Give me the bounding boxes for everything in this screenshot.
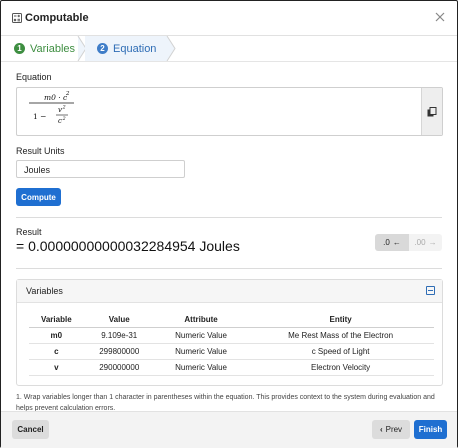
step-number: 2 — [97, 43, 108, 54]
variables-panel-header: Variables — [17, 280, 442, 303]
prev-label: Prev — [385, 425, 403, 434]
variables-panel-title: Variables — [26, 286, 63, 296]
calculator-icon — [12, 13, 22, 23]
value-cell: 9.109e-31 — [83, 327, 155, 344]
column-header: Value — [83, 312, 155, 328]
collapse-icon[interactable] — [426, 286, 435, 295]
step-equation[interactable]: 2 Equation — [85, 36, 167, 61]
equation-formula: m0 · c 2 1 − v 2 c 2 — [29, 91, 74, 125]
decimal-precision-toggle: .0 ← .00 → — [375, 234, 442, 251]
increase-precision-button[interactable]: .00 → — [409, 234, 442, 251]
inner-numerator-exponent: 2 — [62, 105, 66, 111]
dialog-footer: Cancel ‹ Prev Finish — [1, 411, 457, 448]
variables-panel: Variables Variable Value Attribute Entit… — [16, 279, 443, 386]
copy-equation-button[interactable] — [421, 88, 442, 135]
dialog-header: Computable — [1, 1, 457, 36]
wizard-steps: 1 Variables 2 Equation — [1, 36, 457, 62]
attribute-cell: Numeric Value — [154, 359, 248, 376]
table-row: v 290000000 Numeric Value Electron Veloc… — [29, 359, 434, 376]
result-units-label: Result Units — [16, 146, 65, 156]
column-header: Entity — [247, 312, 434, 328]
compute-button[interactable]: Compute — [16, 188, 61, 206]
table-row: c 299800000 Numeric Value c Speed of Lig… — [29, 343, 434, 360]
step-number: 1 — [14, 43, 25, 54]
equation-label: Equation — [16, 72, 52, 82]
result-label: Result — [16, 227, 42, 237]
inner-numerator: v — [58, 106, 62, 114]
chevron-left-icon: ‹ — [379, 425, 383, 434]
decrease-precision-button[interactable]: .0 ← — [375, 234, 409, 251]
step-separator-icon — [166, 36, 176, 61]
entity-cell: Electron Velocity — [247, 359, 434, 376]
step-label: Equation — [113, 42, 157, 55]
divider — [16, 268, 442, 269]
inner-denominator: c — [58, 117, 62, 125]
computable-dialog: Computable 1 Variables 2 Equation Equati… — [0, 0, 458, 448]
numerator-exponent: 2 — [65, 91, 70, 97]
entity-cell: c Speed of Light — [247, 343, 434, 360]
finish-button[interactable]: Finish — [414, 420, 447, 439]
toggle-right-label: .00 — [414, 238, 426, 247]
variables-table: Variable Value Attribute Entity m0 9.109… — [29, 312, 434, 376]
value-cell: 290000000 — [83, 359, 155, 376]
dialog-title: Computable — [25, 12, 89, 24]
prev-button[interactable]: ‹ Prev — [372, 420, 410, 439]
variable-cell: v — [29, 359, 84, 376]
column-header: Attribute — [154, 312, 248, 328]
inner-denominator-exponent: 2 — [62, 116, 66, 122]
entity-cell: Me Rest Mass of the Electron — [247, 327, 434, 344]
result-units-input[interactable]: Joules — [16, 160, 185, 178]
variable-cell: m0 — [29, 327, 84, 344]
step-variables[interactable]: 1 Variables — [1, 36, 85, 61]
column-header: Variable — [29, 312, 84, 328]
divider — [16, 217, 442, 218]
arrow-right-icon: → — [428, 238, 437, 247]
variable-cell: c — [29, 343, 84, 360]
value-cell: 299800000 — [83, 343, 155, 360]
numerator-text: m0 · c — [44, 93, 68, 102]
close-icon[interactable] — [432, 9, 448, 25]
copy-icon — [427, 107, 437, 117]
table-row: m0 9.109e-31 Numeric Value Me Rest Mass … — [29, 327, 434, 344]
equation-display: m0 · c 2 1 − v 2 c 2 — [16, 87, 443, 136]
table-header-row: Variable Value Attribute Entity — [29, 312, 434, 328]
attribute-cell: Numeric Value — [154, 343, 248, 360]
attribute-cell: Numeric Value — [154, 327, 248, 344]
arrow-left-icon: ← — [392, 238, 401, 247]
step-label: Variables — [30, 42, 76, 55]
result-value: = 0.00000000000032284954 Joules — [16, 238, 240, 254]
toggle-left-label: .0 — [383, 238, 390, 247]
cancel-button[interactable]: Cancel — [12, 420, 49, 439]
denominator-prefix: 1 − — [33, 112, 46, 121]
